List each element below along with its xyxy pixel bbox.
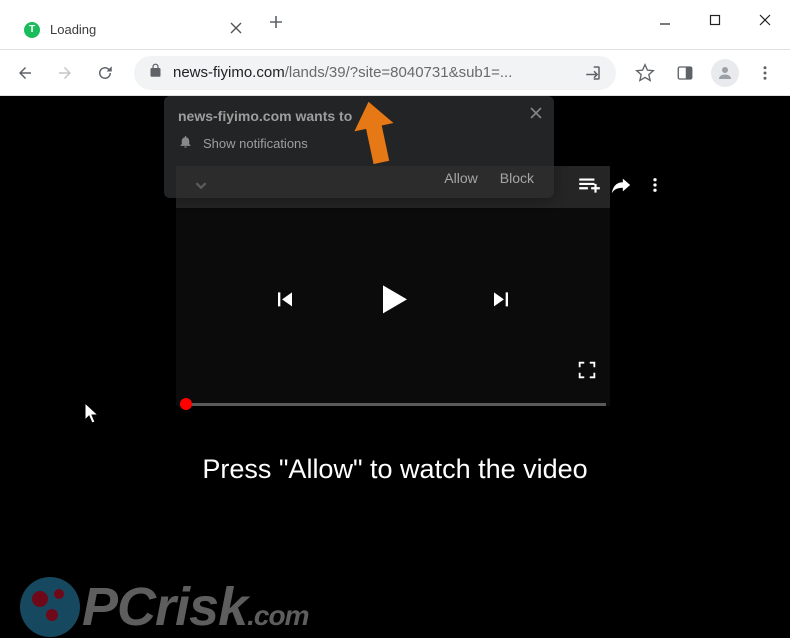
share-url-icon[interactable]: [584, 56, 602, 90]
close-icon[interactable]: [530, 106, 542, 124]
window-controls: [640, 0, 790, 40]
url-text: news-fiyimo.com/lands/39/?site=8040731&s…: [173, 64, 574, 81]
allow-button[interactable]: Allow: [444, 170, 477, 186]
tab-title: Loading: [50, 22, 222, 37]
playlist-add-icon[interactable]: [576, 172, 602, 203]
watermark-text: PCrisk.com: [82, 576, 308, 638]
back-button[interactable]: [8, 56, 42, 90]
new-tab-icon[interactable]: [268, 13, 284, 36]
bell-icon: [178, 134, 193, 152]
kebab-icon[interactable]: [646, 174, 664, 201]
minimize-button[interactable]: [640, 0, 690, 40]
forward-button[interactable]: [48, 56, 82, 90]
previous-icon[interactable]: [271, 285, 299, 318]
video-player: [176, 166, 610, 406]
arrow-pointer-icon: [340, 101, 412, 178]
browser-tab[interactable]: T Loading: [12, 11, 252, 49]
watermark-logo-icon: [20, 577, 80, 637]
close-window-button[interactable]: [740, 0, 790, 40]
side-panel-icon[interactable]: [668, 56, 702, 90]
press-allow-text: Press "Allow" to watch the video: [0, 454, 790, 485]
close-tab-icon[interactable]: [230, 21, 242, 39]
maximize-button[interactable]: [690, 0, 740, 40]
pcrisk-watermark: PCrisk.com: [20, 576, 308, 638]
chrome-menu-icon[interactable]: [748, 56, 782, 90]
browser-toolbar: news-fiyimo.com/lands/39/?site=8040731&s…: [0, 50, 790, 96]
video-progress-bar[interactable]: [176, 403, 610, 406]
progress-track: [180, 403, 606, 406]
player-controls: [176, 275, 610, 328]
browser-title-bar: T Loading: [0, 0, 790, 50]
fullscreen-icon[interactable]: [576, 359, 598, 386]
progress-handle[interactable]: [180, 398, 192, 410]
address-bar[interactable]: news-fiyimo.com/lands/39/?site=8040731&s…: [134, 56, 616, 90]
play-icon[interactable]: [369, 275, 417, 328]
block-button[interactable]: Block: [500, 170, 534, 186]
tab-favicon: T: [24, 22, 40, 38]
page-content: news-fiyimo.com wants to Show notificati…: [0, 96, 790, 638]
next-icon[interactable]: [487, 285, 515, 318]
profile-avatar-icon[interactable]: [708, 56, 742, 90]
share-icon[interactable]: [610, 174, 632, 201]
cursor-icon: [84, 402, 102, 431]
lock-icon[interactable]: [148, 63, 163, 83]
bookmark-star-icon[interactable]: [628, 56, 662, 90]
reload-button[interactable]: [88, 56, 122, 90]
